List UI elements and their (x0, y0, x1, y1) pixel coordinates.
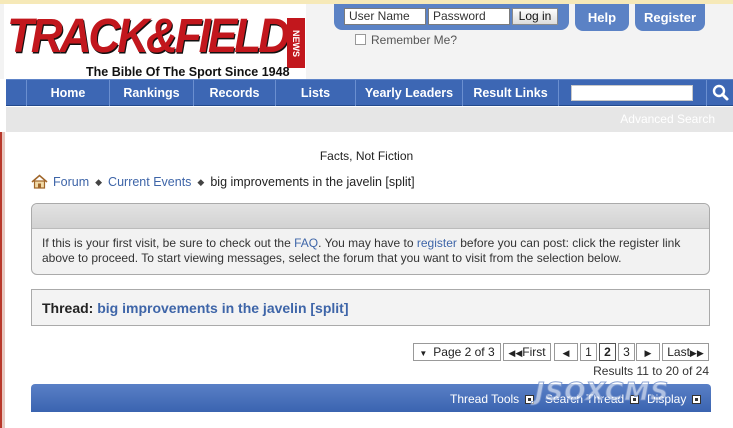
login-button[interactable]: Log in (512, 8, 558, 25)
page-jump-dropdown[interactable]: ▼ Page 2 of 3 (413, 343, 501, 361)
last-label: Last (667, 345, 690, 359)
logo-wordmark: TRACK&FIELD (7, 9, 290, 64)
nav-item-rankings[interactable]: Rankings (109, 80, 193, 106)
first-page-button[interactable]: ◀◀First (503, 343, 551, 361)
right-arrow-icon: ▶ (644, 348, 652, 358)
page-of-label: Page 2 of 3 (433, 345, 495, 359)
nav-item-records[interactable]: Records (193, 80, 275, 106)
remember-me-label: Remember Me? (371, 33, 458, 47)
page-link-1[interactable]: 1 (580, 343, 597, 361)
password-field[interactable]: Password (428, 8, 510, 25)
thread-title-link[interactable]: big improvements in the javelin [split] (97, 300, 348, 316)
remember-me-checkbox[interactable] (355, 34, 366, 45)
login-panel: User Name Password Log in (334, 4, 569, 30)
results-count: Results 11 to 20 of 24 (593, 364, 709, 378)
main-nav: Home Rankings Records Lists Yearly Leade… (6, 79, 733, 106)
site-motto: Facts, Not Fiction (319, 149, 414, 163)
nav-item-result-links[interactable]: Result Links (462, 80, 559, 106)
home-icon[interactable] (31, 174, 48, 189)
page-link-2-current[interactable]: 2 (599, 343, 616, 361)
prev-page-button[interactable]: ◀ (554, 343, 578, 361)
breadcrumb-forum[interactable]: Forum (53, 175, 89, 189)
double-left-arrow-icon: ◀◀ (508, 348, 523, 358)
breadcrumb-current-events[interactable]: Current Events (108, 175, 191, 189)
thread-tools-label: Thread Tools (450, 392, 520, 406)
thread-title: Thread: big improvements in the javelin … (42, 300, 349, 316)
sub-nav: Advanced Search (6, 107, 733, 132)
search-icon (712, 84, 729, 101)
notice-text: If this is your first visit, be sure to … (42, 236, 295, 250)
nav-search-input[interactable] (571, 85, 693, 101)
dropdown-icon (692, 395, 702, 404)
username-field[interactable]: User Name (344, 8, 426, 25)
watermark-logo: JSOXCMS (534, 377, 670, 407)
advanced-search-link[interactable]: Advanced Search (620, 112, 715, 126)
dropdown-icon (525, 395, 535, 404)
last-page-button[interactable]: Last▶▶ (662, 343, 709, 361)
page: TRACK&FIELD NEWS The Bible Of The Sport … (0, 0, 733, 428)
register-button[interactable]: Register (635, 4, 705, 31)
breadcrumb-separator-icon: ◆ (197, 177, 205, 187)
chevron-down-icon: ▼ (419, 349, 428, 358)
thread-label: Thread: (42, 300, 94, 316)
notice-body: If this is your first visit, be sure to … (42, 236, 702, 266)
nav-item-lists[interactable]: Lists (275, 80, 355, 106)
breadcrumb: Forum ◆ Current Events ◆ big improvements in… (31, 174, 415, 192)
notice-header (32, 204, 709, 229)
left-rail-stripe (0, 132, 2, 428)
first-visit-notice: If this is your first visit, be sure to … (31, 203, 710, 275)
page-link-3[interactable]: 3 (618, 343, 635, 361)
site-header: TRACK&FIELD NEWS The Bible Of The Sport … (0, 0, 733, 79)
remember-me[interactable]: Remember Me? (355, 33, 457, 47)
left-arrow-icon: ◀ (562, 348, 570, 358)
faq-link[interactable]: FAQ (294, 236, 318, 250)
next-page-button[interactable]: ▶ (636, 343, 660, 361)
breadcrumb-separator-icon: ◆ (95, 177, 103, 187)
logo-tagline: The Bible Of The Sport Since 1948 (86, 65, 290, 79)
nav-item-home[interactable]: Home (26, 80, 109, 106)
help-button[interactable]: Help (575, 4, 629, 31)
thread-header: Thread: big improvements in the javelin … (31, 289, 710, 326)
nav-search-button[interactable] (706, 80, 733, 106)
breadcrumb-current: big improvements in the javelin [split] (210, 175, 415, 189)
first-label: First (522, 345, 546, 359)
notice-text: . You may have to (318, 236, 417, 250)
nav-item-yearly-leaders[interactable]: Yearly Leaders (355, 80, 462, 106)
thread-tools-menu[interactable]: Thread Tools (450, 392, 535, 406)
logo-news-tab: NEWS (287, 18, 305, 68)
site-logo[interactable]: TRACK&FIELD NEWS The Bible Of The Sport … (4, 4, 306, 79)
double-right-arrow-icon: ▶▶ (689, 348, 704, 358)
register-link[interactable]: register (417, 236, 457, 250)
